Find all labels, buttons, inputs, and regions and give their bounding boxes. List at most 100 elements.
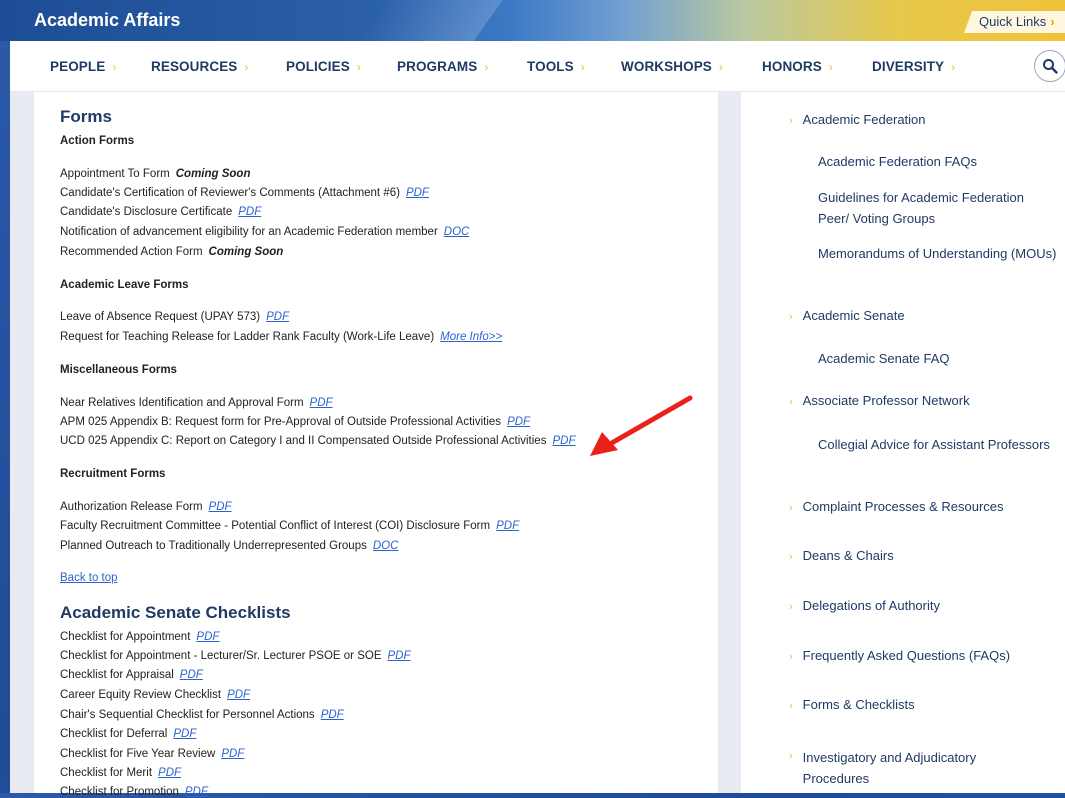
sidebar-subitem[interactable]: Academic Senate FAQ [818,348,1058,369]
quick-links-button[interactable]: Quick Links › [964,11,1065,33]
chevron-right-icon: › [789,601,793,613]
pdf-link[interactable]: PDF [266,311,289,323]
chevron-right-icon: › [789,651,793,663]
pdf-link[interactable]: PDF [321,709,344,721]
sidebar-item[interactable]: › Deans & Chairs [789,548,894,563]
recruitment-form-item: Authorization Release Form PDF [60,501,232,513]
sidebar-item-label: Academic Senate [802,308,905,323]
checklist-item-text: Checklist for Merit [60,767,153,779]
misc-forms-title: Miscellaneous Forms [60,364,177,376]
misc-form-item: Near Relatives Identification and Approv… [60,397,333,409]
chevron-right-icon: › [580,60,585,74]
pdf-link[interactable]: PDF [180,669,203,681]
checklist-item-text: Checklist for Promotion [60,786,179,798]
pdf-link[interactable]: PDF [310,397,333,409]
pdf-link[interactable]: PDF [196,631,219,643]
chevron-right-icon: › [789,551,793,563]
sidebar-subitem[interactable]: Academic Federation FAQs [818,151,1058,172]
action-form-item: Candidate's Disclosure Certificate PDF [60,206,261,218]
checklist-item: Checklist for Promotion PDF [60,786,208,798]
misc-form-item: UCD 025 Appendix C: Report on Category I… [60,435,575,447]
sidebar-item[interactable]: › Frequently Asked Questions (FAQs) [789,648,1010,663]
main-nav: PEOPLE › RESOURCES › POLICIES › PROGRAMS › T… [10,41,1065,92]
checklist-item: Checklist for Deferral PDF [60,728,196,740]
pdf-link[interactable]: PDF [185,786,208,798]
nav-item-people[interactable]: PEOPLE › [50,59,116,74]
chevron-right-icon: › [789,396,793,408]
sidebar-item[interactable]: › Academic Senate [789,308,905,323]
nav-item-resources[interactable]: RESOURCES › [151,59,249,74]
sidebar-item[interactable]: › Associate Professor Network [789,393,970,408]
sidebar-item[interactable]: › Investigatory and Adjudicatory Procedur… [789,747,1023,789]
action-form-item-text: Candidate's Disclosure Certificate [60,206,233,218]
pdf-link[interactable]: PDF [507,416,530,428]
nav-item-workshops[interactable]: WORKSHOPS › [621,59,723,74]
pdf-link[interactable]: PDF [388,650,411,662]
checklist-item: Checklist for Appraisal PDF [60,669,203,681]
chevron-right-icon: › [789,700,793,712]
academic-leave-title: Academic Leave Forms [60,279,189,291]
checklist-item-text: Checklist for Appointment - Lecturer/Sr.… [60,650,382,662]
sidebar-subitem[interactable]: Memorandums of Understanding (MOUs) [818,243,1058,264]
pdf-link[interactable]: PDF [173,728,196,740]
pdf-link[interactable]: PDF [221,748,244,760]
checklist-item: Checklist for Merit PDF [60,767,181,779]
sidebar-item-label: Academic Federation [802,112,926,127]
sidebar-item[interactable]: › Forms & Checklists [789,697,915,712]
pdf-link[interactable]: PDF [552,435,575,447]
forms-title: Forms [60,107,112,126]
more-info-link[interactable]: More Info>> [440,331,502,343]
misc-form-item: APM 025 Appendix B: Request form for Pre… [60,416,530,428]
sidebar-item-label: Investigatory and Adjudicatory Procedure… [802,750,977,786]
checklists-title: Academic Senate Checklists [60,603,291,622]
coming-soon-label: Coming Soon [175,168,251,180]
misc-form-item-text: Near Relatives Identification and Approv… [60,397,304,409]
sidebar-item[interactable]: › Academic Federation [789,112,926,127]
sidebar-item-label: Associate Professor Network [802,393,970,408]
checklist-item-text: Chair's Sequential Checklist for Personn… [60,709,315,721]
pdf-link[interactable]: PDF [227,689,250,701]
sidebar-item[interactable]: › Complaint Processes & Resources [789,499,1004,514]
doc-link[interactable]: DOC [373,540,399,552]
checklist-item-text: Checklist for Deferral [60,728,168,740]
chevron-right-icon: › [718,60,724,74]
back-to-top-link[interactable]: Back to top [60,572,118,584]
nav-item-programs[interactable]: PROGRAMS › [397,59,488,74]
chevron-right-icon: › [789,115,793,127]
chevron-right-icon: › [951,60,956,74]
action-form-item: Recommended Action Form Coming Soon [60,246,283,258]
nav-item-honors[interactable]: HONORS › [762,59,833,74]
sidebar-subitem[interactable]: Guidelines for Academic Federation Peer/… [818,187,1058,229]
pdf-link[interactable]: PDF [406,187,429,199]
recruitment-forms-title: Recruitment Forms [60,468,166,480]
search-button[interactable] [1034,50,1065,82]
misc-form-item-text: APM 025 Appendix B: Request form for Pre… [60,416,502,428]
sidebar-subitem[interactable]: Collegial Advice for Assistant Professor… [818,434,1058,455]
sidebar-item-label: Complaint Processes & Resources [802,499,1004,514]
pdf-link[interactable]: PDF [238,206,261,218]
pdf-link[interactable]: PDF [158,767,181,779]
pdf-link[interactable]: PDF [496,520,519,532]
action-forms-title: Action Forms [60,135,135,147]
pdf-link[interactable]: PDF [209,501,232,513]
nav-item-diversity[interactable]: DIVERSITY › [872,59,955,74]
sidebar-item[interactable]: › Delegations of Authority [789,598,940,613]
nav-item-policies[interactable]: POLICIES › [286,59,361,74]
recruitment-form-item-text: Planned Outreach to Traditionally Underr… [60,540,367,552]
chevron-right-icon: › [828,60,833,74]
sidebar-item-label: Deans & Chairs [802,548,894,563]
header-decoration [340,0,510,41]
leave-form-item-text: Request for Teaching Release for Ladder … [60,331,435,343]
checklist-item: Chair's Sequential Checklist for Personn… [60,709,344,721]
sidebar-item-label: Forms & Checklists [802,697,915,712]
site-header: Academic Affairs Quick Links › [0,0,1065,41]
recruitment-form-item: Faculty Recruitment Committee - Potentia… [60,520,519,532]
misc-form-item-text: UCD 025 Appendix C: Report on Category I… [60,435,547,447]
action-form-item: Candidate's Certification of Reviewer's … [60,187,429,199]
leave-form-item: Request for Teaching Release for Ladder … [60,331,502,343]
site-title[interactable]: Academic Affairs [34,10,180,31]
nav-item-tools[interactable]: TOOLS › [527,59,585,74]
recruitment-form-item-text: Authorization Release Form [60,501,203,513]
doc-link[interactable]: DOC [444,226,470,238]
quick-links-label: Quick Links [979,14,1047,29]
